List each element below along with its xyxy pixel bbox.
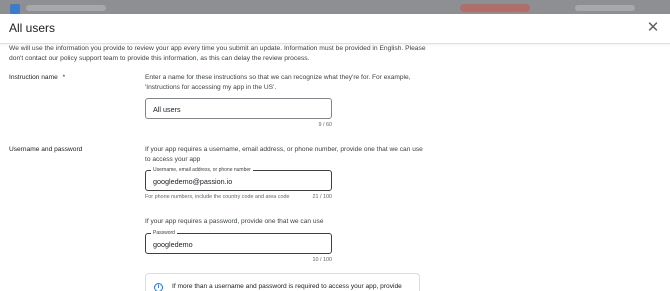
username-hint: For phone numbers, include the country c…: [145, 194, 290, 200]
console-logo-icon: [10, 4, 20, 14]
username-help: If your app requires a username, email a…: [145, 146, 423, 163]
required-mark: *: [62, 74, 66, 81]
info-icon: i: [154, 283, 163, 291]
password-value: googledemo: [153, 240, 193, 249]
username-input[interactable]: Username, email address, or phone number…: [145, 167, 332, 191]
password-input[interactable]: Password googledemo: [145, 230, 332, 254]
background-status-pill: [460, 4, 530, 12]
info-text: If more than a username and password is …: [172, 283, 402, 290]
close-icon[interactable]: ✕: [645, 20, 661, 36]
dialog-header: All users ✕: [0, 14, 670, 44]
dialog-intro: We will use the information you provide …: [9, 45, 426, 62]
instruction-name-counter: 9 / 60: [318, 122, 333, 128]
background-breadcrumb: [26, 5, 106, 11]
instruction-name-input[interactable]: All users: [145, 98, 332, 119]
background-account: [575, 5, 635, 11]
password-field-label: Password: [151, 230, 177, 236]
all-users-dialog: All users ✕ We will use the information …: [0, 14, 670, 291]
username-value: googledemo@passion.io: [153, 177, 233, 186]
background-console-bar: [0, 0, 670, 14]
instruction-name-help: Enter a name for these instructions so t…: [145, 74, 411, 91]
password-help: If your app requires a password, provide…: [145, 218, 324, 225]
dialog-title: All users: [9, 21, 56, 35]
username-password-label: Username and password: [9, 146, 83, 153]
username-counter: 21 / 100: [312, 194, 332, 200]
instruction-name-label: Instruction name *: [9, 74, 65, 81]
instruction-name-label-text: Instruction name: [9, 74, 58, 81]
info-box: i If more than a username and password i…: [145, 273, 420, 291]
password-counter: 10 / 100: [312, 257, 332, 263]
username-field-label: Username, email address, or phone number: [151, 167, 253, 173]
instruction-name-value: All users: [153, 105, 181, 114]
